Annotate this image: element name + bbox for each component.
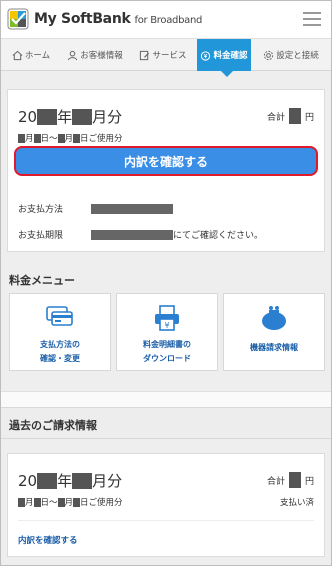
total-label: 合計	[266, 476, 285, 487]
softbank-logo-icon[interactable]	[7, 8, 29, 30]
usage-period: 月 日〜 月 日ご使用分	[18, 496, 123, 508]
device-billing-menu-item[interactable]: 機器請求情報	[223, 293, 325, 371]
month-suffix: 月分	[92, 108, 123, 126]
statement-download-menu-item[interactable]: ¥ 料金明細書の ダウンロード	[116, 293, 218, 371]
tab-billing[interactable]: 料金確認	[197, 39, 251, 77]
app-logo-text[interactable]: My SoftBank for Broadband	[34, 11, 202, 27]
payment-card-icon	[46, 306, 73, 326]
period-text: 日〜	[40, 498, 58, 508]
tab-label: 設定と接続	[276, 51, 319, 61]
period-text: 月	[25, 498, 34, 508]
masked-value	[72, 108, 93, 125]
tab-label: 料金確認	[213, 51, 248, 61]
home-icon	[12, 50, 23, 60]
purse-icon	[262, 306, 286, 330]
menu-item-line2: ダウンロード	[143, 354, 191, 363]
masked-value	[33, 133, 41, 143]
masked-value	[73, 497, 81, 507]
menu-item-label: 料金明細書の ダウンロード	[117, 338, 217, 366]
app-frame: My SoftBank for Broadband ホーム お客様情報 サービス …	[0, 0, 332, 566]
tab-settings[interactable]: 設定と接続	[251, 39, 331, 71]
masked-value	[91, 203, 173, 214]
svg-text:¥: ¥	[164, 321, 169, 330]
past-bill-card: 20 年 月分 合計 円 月 日〜 月 日ご使用分 支払い済 内訳を確認する	[7, 453, 325, 557]
period-text: 日ご使用分	[80, 134, 123, 144]
masked-value	[37, 108, 58, 125]
menu-item-line2: 確認・変更	[40, 354, 80, 363]
masked-value	[57, 133, 65, 143]
masked-value	[72, 472, 93, 489]
period-text: 日ご使用分	[80, 498, 123, 508]
menu-item-label: 支払方法の 確認・変更	[10, 338, 110, 366]
bill-total: 合計 円	[267, 472, 314, 488]
payment-due-row: お支払期限 にてご確認ください。	[18, 228, 263, 241]
past-bills-title: 過去のご請求情報	[9, 419, 97, 432]
year-suffix: 年	[57, 472, 73, 490]
year-prefix: 20	[18, 107, 38, 126]
period-text: 月	[64, 134, 74, 144]
total-unit: 円	[304, 112, 314, 123]
payment-method-menu-item[interactable]: 支払方法の 確認・変更	[9, 293, 111, 371]
main-tabs: ホーム お客様情報 サービス 料金確認 設定と接続	[1, 39, 331, 77]
year-suffix: 年	[57, 108, 73, 126]
past-bills-header: 過去のご請求情報	[1, 407, 331, 439]
year-prefix: 20	[18, 471, 38, 490]
menu-item-line1: 料金明細書の	[143, 340, 191, 349]
masked-value	[57, 497, 65, 507]
logo-sub: for Broadband	[134, 15, 203, 26]
masked-value	[33, 497, 41, 507]
fee-menu: 支払方法の 確認・変更 ¥ 料金明細書の ダウンロード 機器請求情報	[9, 293, 325, 371]
card-divider	[18, 520, 314, 521]
total-unit: 円	[304, 476, 314, 487]
tab-label: ホーム	[24, 51, 51, 61]
payment-due-label: お支払期限	[18, 231, 64, 241]
period-text: 日〜	[40, 134, 58, 144]
tab-services[interactable]: サービス	[129, 39, 197, 71]
app-header: My SoftBank for Broadband	[1, 1, 331, 39]
person-icon	[68, 50, 78, 60]
masked-value	[73, 133, 81, 143]
masked-value	[37, 472, 58, 489]
masked-value	[91, 229, 173, 240]
printer-yen-icon: ¥	[155, 305, 179, 331]
tab-customer-info[interactable]: お客様情報	[61, 39, 129, 71]
view-details-button[interactable]: 内訳を確認する	[14, 146, 318, 176]
payment-status: 支払い済	[279, 498, 314, 508]
usage-period: 月 日〜 月 日ご使用分	[18, 132, 123, 144]
menu-item-line1: 機器請求情報	[250, 343, 298, 352]
tab-label: サービス	[152, 51, 187, 61]
bill-month: 20 年 月分	[18, 106, 122, 127]
edit-icon	[140, 50, 150, 60]
menu-item-line1: 支払方法の	[40, 340, 80, 349]
period-text: 月	[64, 498, 74, 508]
masked-value	[288, 472, 301, 488]
menu-item-label: 機器請求情報	[224, 341, 324, 355]
section-divider	[1, 391, 331, 407]
past-view-details-link[interactable]: 内訳を確認する	[18, 534, 78, 546]
logo-main: My SoftBank	[34, 11, 131, 27]
period-text: 月	[25, 134, 34, 144]
masked-value	[288, 108, 301, 124]
month-suffix: 月分	[92, 472, 123, 490]
payment-due-note: にてご確認ください。	[173, 231, 264, 241]
masked-value	[18, 133, 25, 143]
tab-label: お客様情報	[80, 51, 123, 61]
masked-value	[18, 497, 25, 507]
hamburger-menu-icon[interactable]	[303, 12, 321, 26]
total-label: 合計	[266, 112, 285, 123]
bill-total: 合計 円	[267, 108, 314, 124]
current-bill-card: 20 年 月分 合計 円 月 日〜 月 日ご使用分 内訳を確認する お支払方法	[7, 89, 325, 252]
payment-method-row: お支払方法	[18, 202, 173, 215]
tab-home[interactable]: ホーム	[1, 39, 61, 71]
bill-month: 20 年 月分	[18, 470, 122, 491]
payment-method-label: お支払方法	[18, 205, 64, 215]
fee-menu-title: 料金メニュー	[9, 274, 75, 287]
yen-clock-icon	[201, 50, 211, 61]
gear-icon	[264, 50, 274, 60]
